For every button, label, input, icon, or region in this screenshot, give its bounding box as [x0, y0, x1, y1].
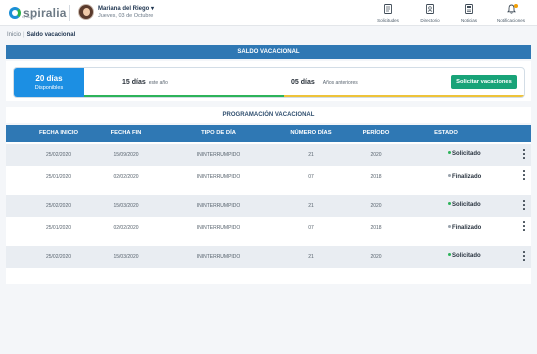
- current-year-days: 15 días este año: [122, 79, 168, 86]
- status-badge: Finalizado: [448, 217, 481, 239]
- available-label: Disponibles: [34, 85, 64, 91]
- row-menu-icon[interactable]: [521, 149, 527, 159]
- contacts-icon: [425, 3, 435, 15]
- cell-fecha-fin: 15/03/2020: [113, 203, 139, 209]
- breadcrumb: Inicio | Saldo vacacional: [7, 32, 75, 38]
- cell-fecha-fin: 15/03/2020: [113, 254, 139, 260]
- cell-fecha-fin: 15/09/2020: [113, 152, 139, 158]
- status-dot: [448, 173, 451, 177]
- current-year-bar: [84, 95, 284, 97]
- status-badge: Finalizado: [448, 166, 481, 188]
- table-row[interactable]: 25/01/2020 02/02/2020 ININTERRUMPIDO 07 …: [6, 217, 531, 239]
- available-days: 20 días: [35, 74, 63, 83]
- column-header-fecha-fin[interactable]: FECHA FIN: [86, 125, 166, 142]
- nav-label: Directorio: [420, 18, 440, 23]
- programacion-title: PROGRAMACIÓN VACACIONAL: [6, 107, 531, 123]
- breadcrumb-home[interactable]: Inicio: [7, 32, 21, 38]
- previous-years-label: Años anteriores: [322, 80, 358, 86]
- nav-notificaciones[interactable]: Notificaciones: [491, 3, 531, 23]
- top-bar: spiralia by Ibeauty Mariana del Riego ▾ …: [0, 0, 537, 26]
- spiral-logo-icon: [9, 7, 21, 19]
- cell-periodo: 2020: [370, 254, 382, 260]
- saldo-card: 20 días Disponibles 15 días este año 05 d…: [6, 61, 531, 101]
- cell-periodo: 2020: [370, 203, 382, 209]
- table-row[interactable]: 25/02/2020 15/03/2020 ININTERRUMPIDO 21 …: [6, 246, 531, 268]
- previous-years-days: 05 días Años anteriores: [291, 79, 358, 86]
- status-badge: Solicitado: [448, 195, 481, 217]
- cell-periodo: 2018: [370, 225, 382, 231]
- request-vacation-button[interactable]: Solicitar vacaciones: [451, 75, 517, 89]
- table-row[interactable]: 25/02/2020 15/09/2020 ININTERRUMPIDO 21 …: [6, 144, 531, 166]
- table-row[interactable]: 25/01/2020 02/02/2020 ININTERRUMPIDO 07 …: [6, 166, 531, 188]
- table-header: FECHA INICIO FECHA FIN TIPO DE DÍA NÚMER…: [6, 125, 531, 142]
- status-badge: Solicitado: [448, 246, 481, 268]
- logo-subtitle: by Ibeauty: [22, 15, 36, 19]
- status-dot: [448, 150, 451, 154]
- table-row[interactable]: 25/02/2020 15/03/2020 ININTERRUMPIDO 21 …: [6, 195, 531, 217]
- cell-periodo: 2020: [370, 152, 382, 158]
- nav-directorio[interactable]: Directorio: [410, 3, 450, 23]
- nav-solicitudes[interactable]: Solicitudes: [368, 3, 408, 23]
- saldo-section-title: SALDO VACACIONAL: [6, 45, 531, 59]
- nav-noticias[interactable]: Noticias: [449, 3, 489, 23]
- cell-periodo: 2018: [370, 174, 382, 180]
- nav-label: Notificaciones: [496, 18, 525, 23]
- nav-label: Noticias: [460, 18, 477, 23]
- news-icon: [464, 3, 474, 15]
- status-badge: Solicitado: [448, 144, 481, 166]
- previous-years-bar: [284, 95, 524, 97]
- column-header-estado[interactable]: ESTADO: [401, 125, 491, 142]
- row-menu-icon[interactable]: [521, 200, 527, 210]
- status-dot: [448, 252, 451, 256]
- current-year-label: este año: [148, 80, 168, 86]
- vacation-table-body: 25/02/2020 15/09/2020 ININTERRUMPIDO 21 …: [6, 142, 531, 284]
- saldo-summary: 20 días Disponibles 15 días este año 05 d…: [13, 67, 525, 98]
- row-menu-icon[interactable]: [521, 251, 527, 261]
- current-date: Jueves, 03 de Octubre: [98, 13, 154, 19]
- cell-fecha-fin: 02/02/2020: [113, 174, 139, 180]
- spiralia-logo[interactable]: spiralia: [9, 4, 67, 22]
- avatar[interactable]: [78, 4, 94, 20]
- available-days-box: 20 días Disponibles: [14, 68, 84, 97]
- breadcrumb-separator: |: [23, 32, 25, 38]
- header-divider: [69, 5, 70, 21]
- breadcrumb-current: Saldo vacacional: [26, 32, 76, 38]
- row-menu-icon[interactable]: [521, 170, 527, 180]
- document-icon: [383, 3, 393, 15]
- user-menu[interactable]: Mariana del Riego ▾: [98, 5, 154, 12]
- status-dot: [448, 224, 451, 228]
- row-menu-icon[interactable]: [521, 221, 527, 231]
- cell-fecha-fin: 02/02/2020: [113, 225, 139, 231]
- nav-label: Solicitudes: [377, 18, 399, 23]
- notification-badge: [514, 4, 518, 8]
- status-dot: [448, 201, 451, 205]
